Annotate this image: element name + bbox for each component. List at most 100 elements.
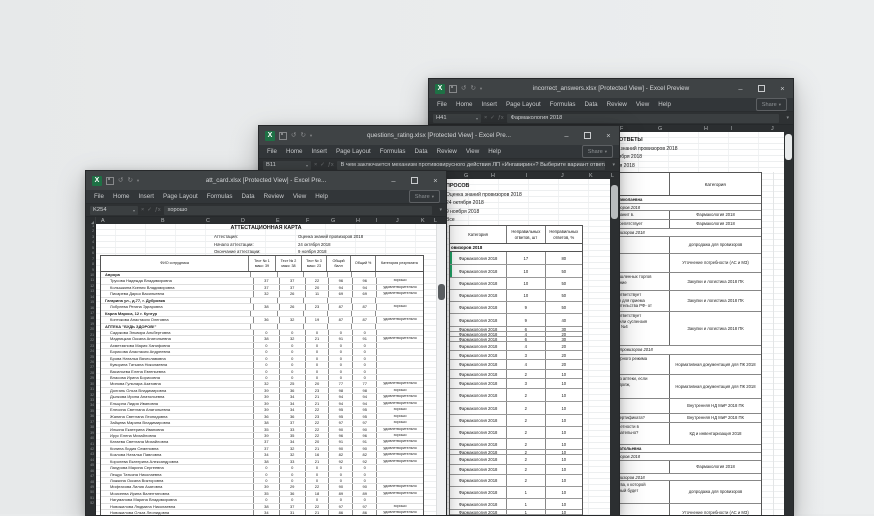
maximize-button[interactable] (577, 126, 598, 145)
menu-item-page-layout[interactable]: Page Layout (506, 101, 541, 108)
qat-caret-icon[interactable]: ▾ (137, 176, 139, 186)
fx-icon[interactable]: ƒx (328, 162, 334, 168)
close-button[interactable]: × (772, 79, 793, 98)
menu-item-insert[interactable]: Insert (139, 193, 154, 200)
cancel-icon[interactable]: × (484, 115, 487, 121)
rating-row: Фармакология 2018110 (450, 487, 582, 499)
cell: 22 (306, 484, 330, 489)
cell: 25 (280, 381, 306, 386)
enter-icon[interactable]: ✓ (147, 207, 152, 213)
window-att-card[interactable]: X ↺ ↻ ▾ att_card.xlsx [Protected View] -… (85, 170, 447, 516)
menu-item-data[interactable]: Data (415, 148, 428, 155)
answer-row: Внутренняя НД МиР 2018 ПК (614, 399, 761, 414)
cell: 10 (546, 499, 582, 509)
menu-item-view[interactable]: View (466, 148, 479, 155)
share-button[interactable]: Share▾ (756, 98, 787, 111)
cell: 10 (546, 465, 582, 474)
menu-item-data[interactable]: Data (585, 101, 598, 108)
undo-icon[interactable]: ↺ (291, 131, 296, 141)
menu-item-help[interactable]: Help (658, 101, 671, 108)
minimize-button[interactable]: – (556, 126, 577, 145)
menu-item-review[interactable]: Review (437, 148, 457, 155)
name-box[interactable]: B11▾ (263, 161, 311, 170)
share-button[interactable]: Share▾ (582, 145, 613, 158)
scrollbar-thumb[interactable] (438, 284, 445, 300)
cell: 10 (546, 402, 582, 414)
menu-item-help[interactable]: Help (315, 193, 328, 200)
menu-item-formulas[interactable]: Formulas (550, 101, 576, 108)
sheet-grid[interactable]: 1234567891011121314151617181920212223242… (86, 224, 446, 515)
save-icon[interactable] (106, 177, 114, 185)
menu-item-review[interactable]: Review (264, 193, 284, 200)
vertical-scrollbar[interactable] (436, 224, 446, 515)
menu-item-help[interactable]: Help (488, 148, 501, 155)
menu-item-home[interactable]: Home (456, 101, 473, 108)
menu-item-home[interactable]: Home (286, 148, 303, 155)
cell: Аврора (101, 272, 251, 277)
maximize-button[interactable] (404, 171, 425, 190)
formula-input[interactable]: Фармакология 2018 (507, 114, 780, 123)
cell: 22 (306, 433, 330, 438)
wrong-percent-column-header: Неправильных ответов, % (546, 226, 582, 243)
enter-icon[interactable]: ✓ (320, 162, 325, 168)
name-box[interactable]: K254▾ (90, 206, 138, 215)
save-icon[interactable] (279, 132, 287, 140)
title-bar[interactable]: X ↺ ↻ ▾ questions_rating.xlsx [Protected… (259, 126, 619, 145)
menu-item-view[interactable]: View (636, 101, 649, 108)
formula-input[interactable]: В чем заключается механизм противовирусн… (337, 161, 606, 170)
menu-item-page-layout[interactable]: Page Layout (336, 148, 371, 155)
menu-item-formulas[interactable]: Formulas (380, 148, 406, 155)
row-header-52[interactable]: 52 (86, 501, 95, 506)
cell: 33 (280, 459, 306, 464)
cell: Ложкина Оксана Викторовна (101, 478, 254, 483)
vertical-scrollbar[interactable] (610, 179, 619, 515)
fx-icon[interactable]: ƒx (498, 115, 504, 121)
cell: 0 (306, 343, 330, 348)
menu-item-file[interactable]: File (267, 148, 277, 155)
cancel-icon[interactable]: × (141, 207, 144, 213)
qat-caret-icon[interactable]: ▾ (310, 131, 312, 141)
maximize-button[interactable] (751, 79, 772, 98)
name-box[interactable]: H41▾ (433, 114, 481, 123)
title-bar[interactable]: X ↺ ↻ ▾ incorrect_answers.xlsx [Protecte… (429, 79, 793, 98)
row-headers[interactable]: 1234567891011121314151617181920212223242… (86, 224, 96, 515)
redo-icon[interactable]: ↻ (470, 84, 475, 94)
close-button[interactable]: × (598, 126, 619, 145)
menu-item-insert[interactable]: Insert (312, 148, 327, 155)
scrollbar-thumb[interactable] (611, 185, 618, 219)
scrollbar-thumb[interactable] (785, 134, 792, 160)
qat-caret-icon[interactable]: ▾ (480, 84, 482, 94)
formula-input[interactable]: хорошо (164, 206, 433, 215)
formula-expand-icon[interactable]: ▾ (782, 115, 793, 121)
formula-expand-icon[interactable]: ▾ (435, 207, 446, 213)
enter-icon[interactable]: ✓ (490, 115, 495, 121)
fx-icon[interactable]: ƒx (155, 207, 161, 213)
share-caret-icon: ▾ (605, 147, 607, 157)
save-icon[interactable] (449, 85, 457, 93)
vertical-scrollbar[interactable] (784, 132, 793, 515)
menu-item-file[interactable]: File (437, 101, 447, 108)
formula-expand-icon[interactable]: ▾ (608, 162, 619, 168)
title-bar[interactable]: X ↺ ↻ ▾ att_card.xlsx [Protected View] -… (86, 171, 446, 190)
close-button[interactable]: × (425, 171, 446, 190)
menu-item-page-layout[interactable]: Page Layout (163, 193, 198, 200)
person-section-row: а Николаевна (614, 196, 761, 204)
redo-icon[interactable]: ↻ (127, 176, 132, 186)
menu-item-formulas[interactable]: Formulas (207, 193, 233, 200)
rating-row: Фармакология 2018210 (450, 475, 582, 487)
menu-item-review[interactable]: Review (607, 101, 627, 108)
cell: 32 (280, 336, 306, 341)
menu-item-insert[interactable]: Insert (482, 101, 497, 108)
share-button[interactable]: Share▾ (409, 190, 440, 203)
menu-item-file[interactable]: File (94, 193, 104, 200)
undo-icon[interactable]: ↺ (461, 84, 466, 94)
redo-icon[interactable]: ↻ (300, 131, 305, 141)
minimize-button[interactable]: – (383, 171, 404, 190)
minimize-button[interactable]: – (730, 79, 751, 98)
menu-item-view[interactable]: View (293, 193, 306, 200)
cell: 94 (329, 401, 353, 406)
menu-item-data[interactable]: Data (242, 193, 255, 200)
cancel-icon[interactable]: × (314, 162, 317, 168)
menu-item-home[interactable]: Home (113, 193, 130, 200)
undo-icon[interactable]: ↺ (118, 176, 123, 186)
